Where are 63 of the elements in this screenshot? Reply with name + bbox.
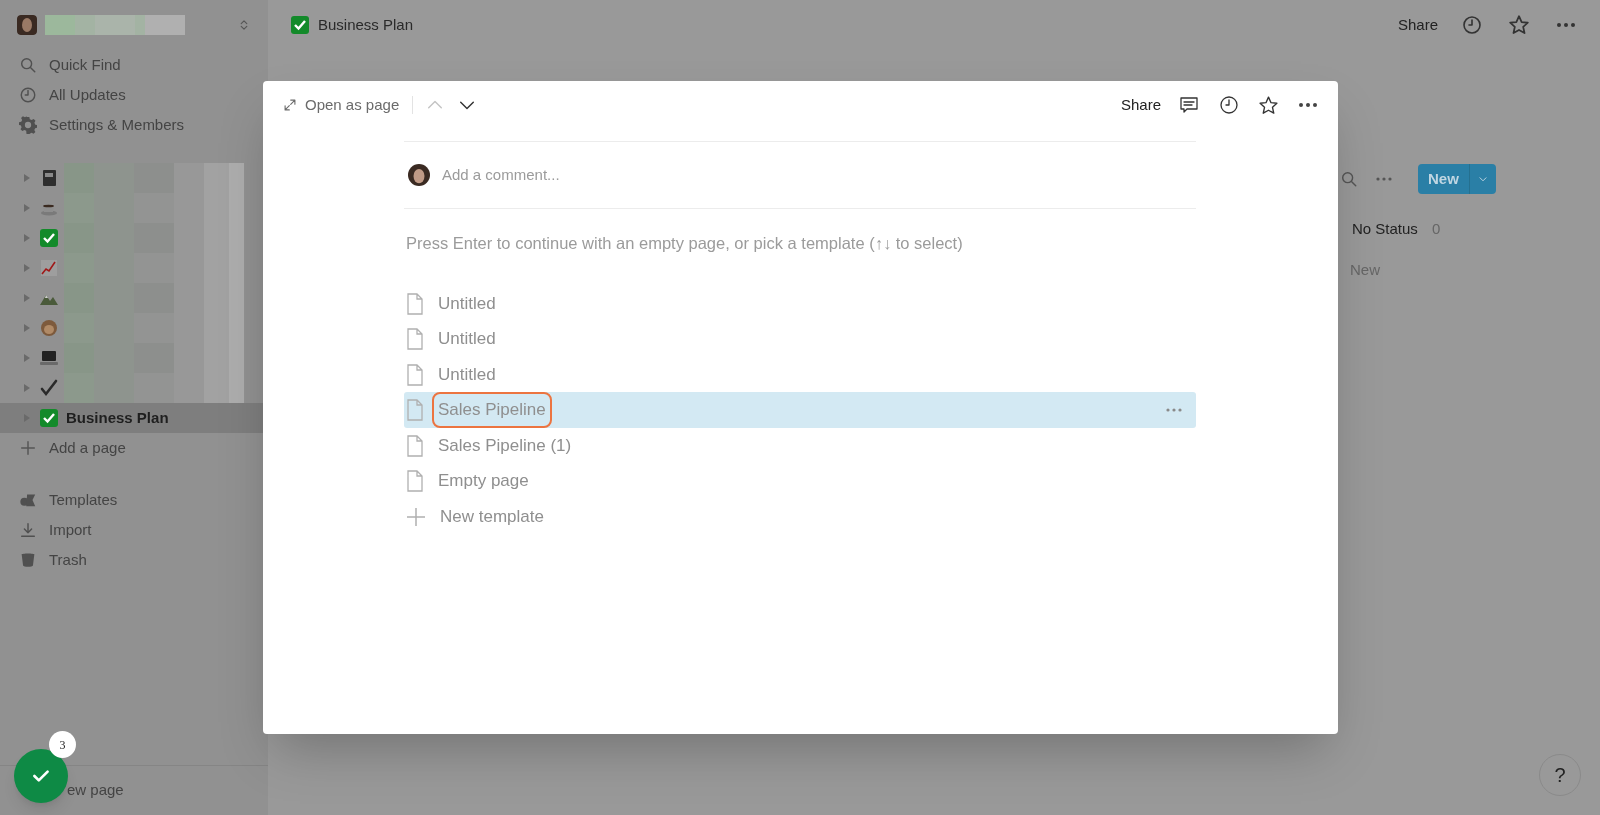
expand-arrows-icon xyxy=(283,98,297,112)
settings-icon xyxy=(19,116,37,134)
page-icon xyxy=(406,434,424,457)
sidebar-item[interactable]: Trash xyxy=(0,545,268,575)
sidebar-item[interactable]: All Updates xyxy=(0,80,268,110)
search-icon xyxy=(19,56,37,74)
page-icon xyxy=(406,399,424,421)
expand-icon[interactable] xyxy=(22,203,32,213)
new-page-button[interactable]: ew page xyxy=(67,779,124,802)
comment-icon[interactable] xyxy=(1179,95,1199,115)
open-as-page-button[interactable]: Open as page xyxy=(283,93,400,117)
sidebar-item[interactable]: Quick Find xyxy=(0,50,268,80)
page-icon xyxy=(406,328,424,350)
expand-icon[interactable] xyxy=(22,323,32,333)
template-prompt: Press Enter to continue with an empty page, or pick a template (↑↓ to select) xyxy=(405,233,964,254)
expand-icon[interactable] xyxy=(22,263,32,273)
monkey-icon xyxy=(39,318,59,338)
page-icon xyxy=(406,292,424,315)
search-icon[interactable] xyxy=(1340,170,1358,188)
checkbox-icon xyxy=(39,408,59,428)
trash-icon xyxy=(19,551,37,569)
template-item[interactable]: Sales Pipeline xyxy=(404,392,1196,428)
sidebar-item[interactable]: Templates xyxy=(0,485,268,515)
count-badge: 3 xyxy=(49,731,76,758)
laptop-icon xyxy=(39,348,59,368)
expand-icon[interactable] xyxy=(22,233,32,243)
template-item[interactable]: Untitled xyxy=(404,285,1196,322)
template-item[interactable]: Empty page xyxy=(404,463,1196,499)
add-page-button[interactable]: Add a page xyxy=(0,433,268,463)
group-label: No Status xyxy=(1352,219,1418,239)
clock-icon[interactable] xyxy=(1219,95,1239,115)
comment-field[interactable]: Add a comment... xyxy=(442,163,560,187)
template-item[interactable]: Untitled xyxy=(404,321,1196,357)
expand-icon[interactable] xyxy=(22,383,32,393)
expand-icon[interactable] xyxy=(22,293,32,303)
download-icon xyxy=(19,521,37,539)
avatar xyxy=(17,15,37,35)
avatar xyxy=(408,164,430,186)
chart-icon xyxy=(39,258,59,278)
page-icon xyxy=(406,363,424,386)
expand-icon[interactable] xyxy=(22,173,32,183)
plus-icon xyxy=(19,439,37,457)
plus-icon xyxy=(406,506,426,527)
star-icon[interactable] xyxy=(1508,14,1530,36)
checkbox-icon xyxy=(290,15,310,35)
expand-icon[interactable] xyxy=(22,353,32,363)
checkmark-icon xyxy=(39,378,59,398)
done-button[interactable] xyxy=(14,749,68,803)
page-title: Business Plan xyxy=(318,14,414,35)
template-item[interactable]: Sales Pipeline (1) xyxy=(404,427,1196,464)
star-icon[interactable] xyxy=(1258,94,1279,116)
more-icon[interactable] xyxy=(1298,102,1318,108)
template-item[interactable]: New template xyxy=(404,498,1196,535)
checkbox-icon xyxy=(39,228,59,248)
share-button[interactable]: Share xyxy=(1397,13,1438,37)
clock-icon xyxy=(19,86,37,104)
sidebar-item[interactable]: Import xyxy=(0,515,268,545)
template-item[interactable]: Untitled xyxy=(404,356,1196,393)
share-button[interactable]: Share xyxy=(1120,93,1161,117)
page-icon xyxy=(406,470,424,492)
new-button[interactable]: New xyxy=(1418,164,1496,194)
sidebar-item[interactable]: Settings & Members xyxy=(0,110,268,140)
more-icon[interactable] xyxy=(1556,22,1576,28)
